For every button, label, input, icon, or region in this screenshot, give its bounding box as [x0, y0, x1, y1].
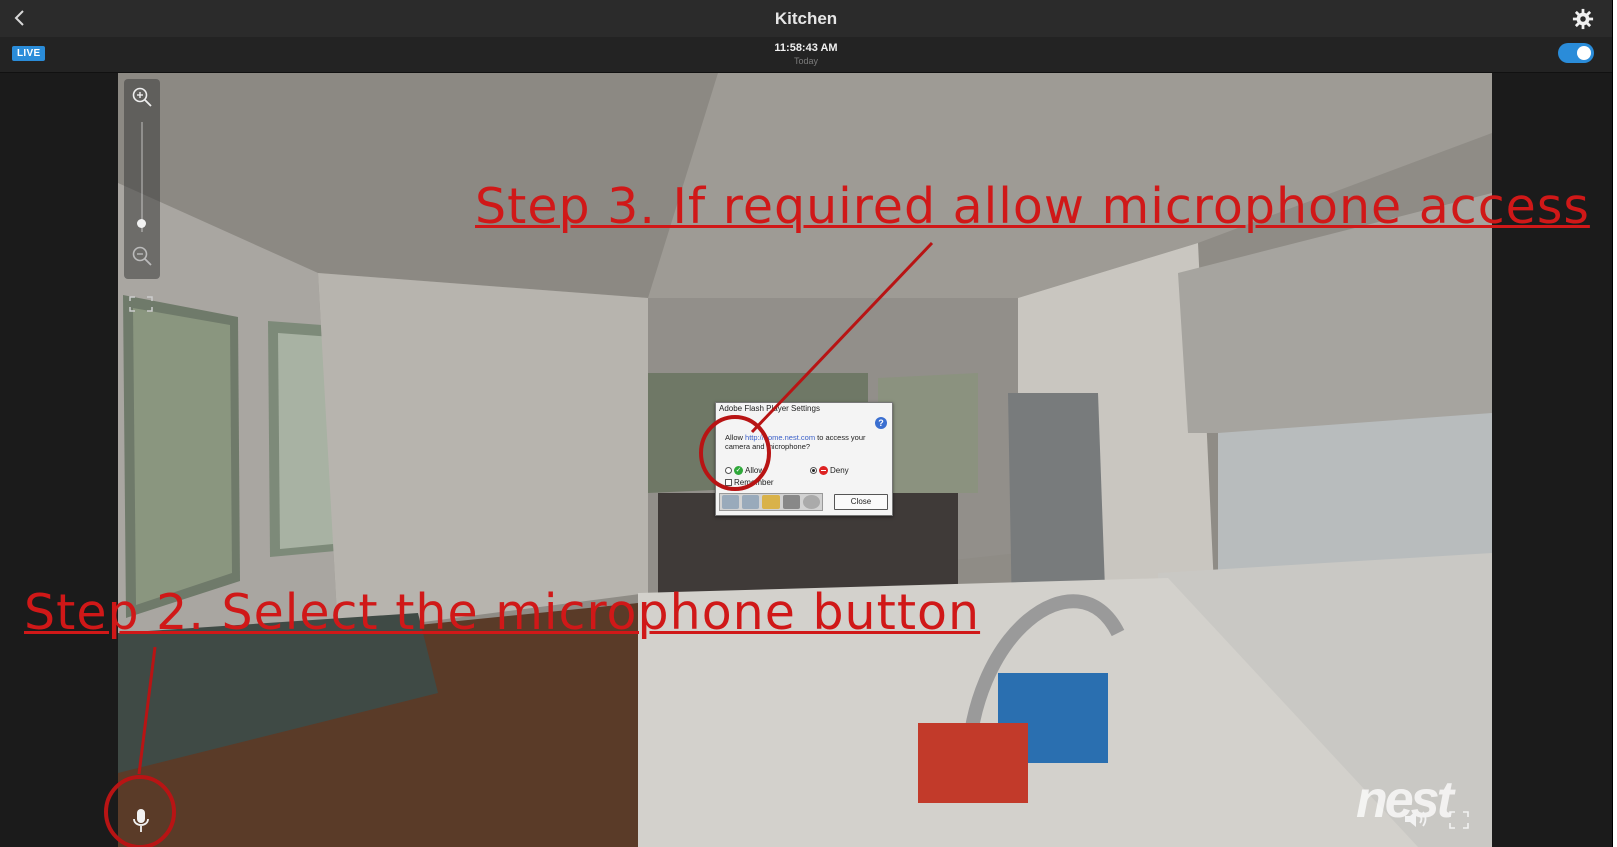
microphone-button[interactable]: [128, 806, 154, 836]
microphone-icon: [133, 809, 149, 832]
volume-icon: [1405, 811, 1427, 827]
message-prefix: Allow: [725, 433, 743, 442]
deny-icon: [819, 466, 828, 475]
deny-option[interactable]: Deny: [810, 466, 849, 475]
settings-button[interactable]: [1572, 8, 1594, 30]
fullscreen-button[interactable]: [1449, 811, 1469, 829]
zoom-in-button[interactable]: [131, 86, 153, 108]
current-time: 11:58:43 AM: [774, 42, 838, 54]
speaker-tab[interactable]: [802, 495, 821, 509]
allow-radio[interactable]: [725, 467, 732, 474]
gear-icon: [1572, 8, 1594, 30]
flash-settings-dialog: Adobe Flash Player Settings ? Allow http…: [715, 402, 893, 516]
allow-label: Allow: [745, 466, 765, 475]
close-button[interactable]: Close: [834, 494, 888, 510]
camera-tab[interactable]: [762, 495, 780, 509]
camera-app-window: Kitchen LIVE 11:58:43 AM Today Adobe Fla…: [0, 0, 1613, 847]
storage-tab[interactable]: [742, 495, 760, 509]
privacy-tab[interactable]: [722, 495, 740, 509]
remember-checkbox[interactable]: [725, 479, 732, 486]
zoom-in-icon: [132, 87, 152, 107]
step-3-annotation: Step 3. If required allow microphone acc…: [475, 178, 1590, 235]
microphone-tab[interactable]: [782, 495, 800, 509]
zoom-slider-handle[interactable]: [137, 219, 146, 228]
step-2-annotation: Step 2. Select the microphone button: [24, 584, 981, 641]
fullscreen-icon: [1449, 811, 1469, 829]
settings-tabs: [719, 493, 823, 511]
title-bar: Kitchen: [0, 0, 1612, 37]
current-day: Today: [793, 56, 819, 66]
camera-power-toggle[interactable]: [1558, 43, 1594, 63]
zoom-out-icon: [132, 246, 152, 266]
zoom-panel: [124, 79, 160, 279]
fit-view-button[interactable]: [128, 295, 154, 313]
fit-view-icon: [129, 296, 153, 312]
deny-radio[interactable]: [810, 467, 817, 474]
camera-title: Kitchen: [774, 9, 838, 28]
status-bar: LIVE 11:58:43 AM Today: [0, 37, 1612, 73]
zoom-slider-track[interactable]: [141, 122, 143, 232]
message-link: http://home.nest.com: [745, 433, 816, 442]
dialog-title: Adobe Flash Player Settings: [719, 404, 820, 413]
allow-check-icon: ✓: [734, 466, 743, 475]
remember-label: Remember: [734, 478, 774, 487]
deny-label: Deny: [830, 466, 849, 475]
allow-option[interactable]: ✓ Allow: [725, 466, 764, 475]
volume-button[interactable]: [1402, 808, 1432, 830]
dialog-message: Allow http://home.nest.com to access you…: [725, 433, 875, 451]
help-button[interactable]: ?: [875, 417, 887, 429]
zoom-out-button[interactable]: [131, 245, 153, 267]
remember-option[interactable]: Remember: [725, 478, 774, 487]
